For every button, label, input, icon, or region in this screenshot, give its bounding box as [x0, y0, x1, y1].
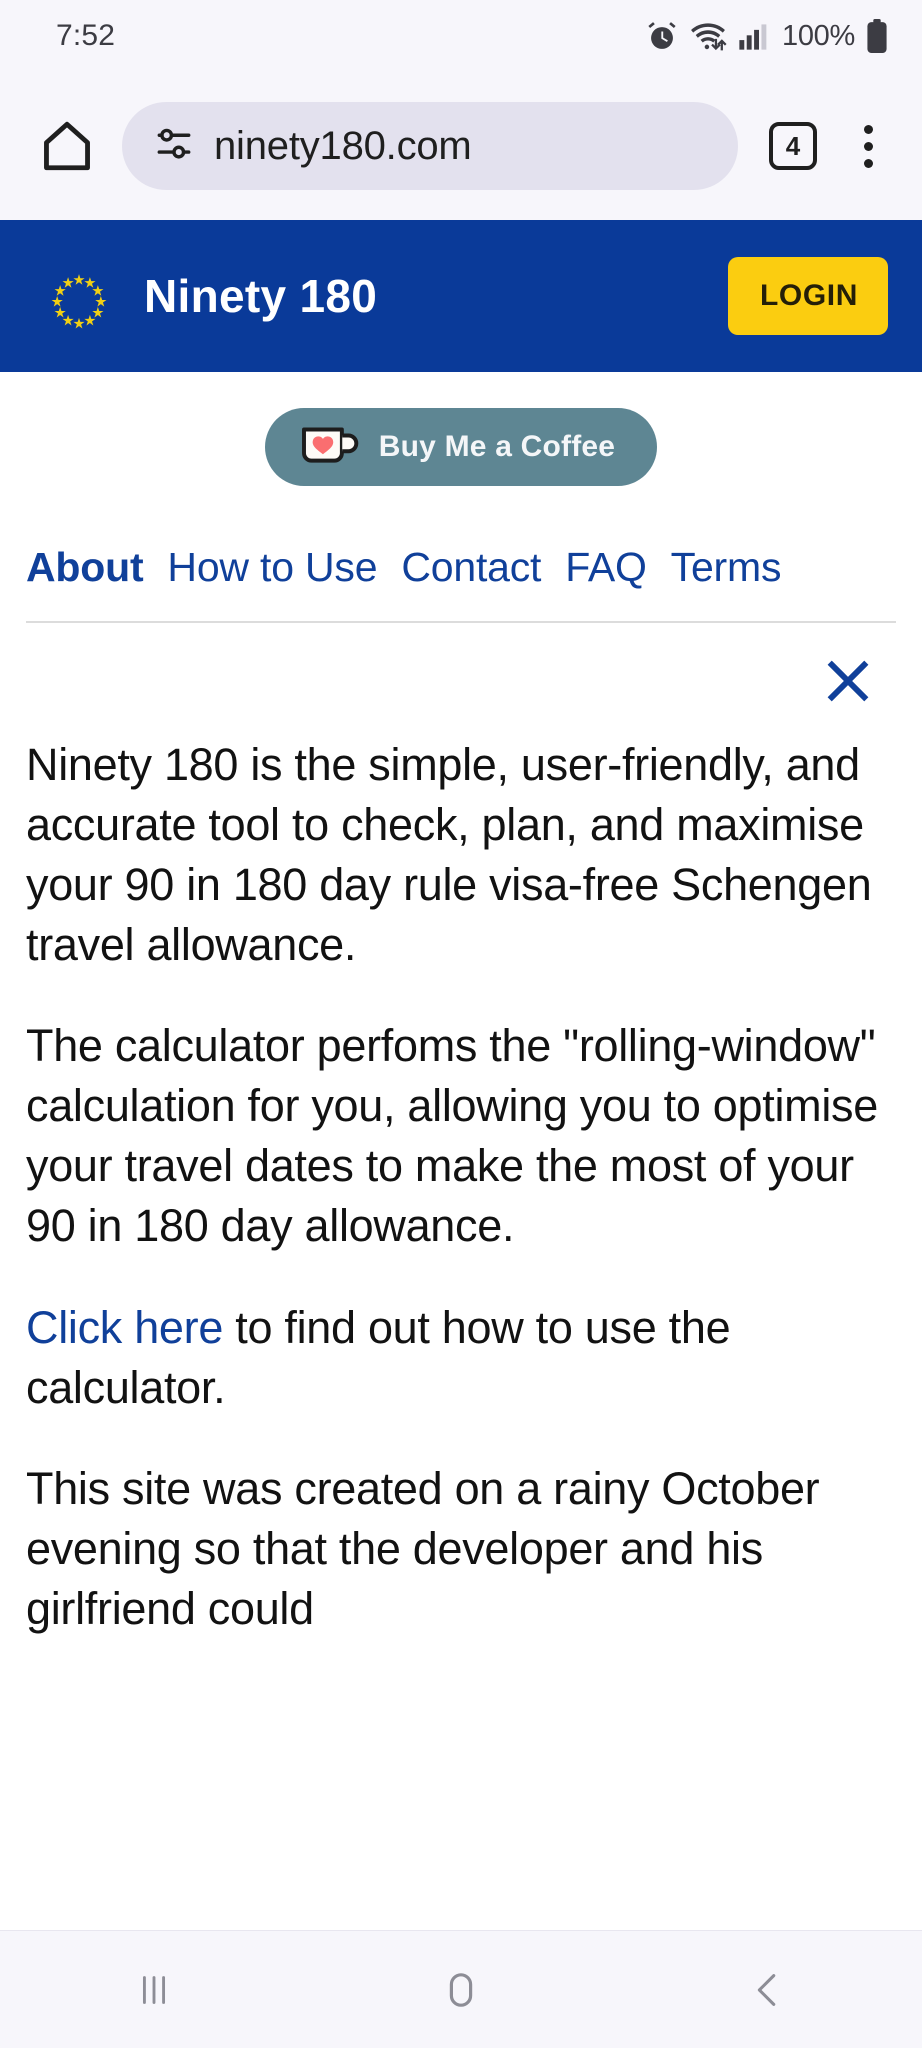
panel-close-row	[0, 623, 922, 713]
about-paragraph-3: Click here to find out how to use the ca…	[26, 1298, 896, 1418]
nav-item-faq[interactable]: FAQ	[565, 544, 647, 591]
phone-screen: 7:52 100% ninety180.com 4 Ninety 180 LOG…	[0, 0, 922, 2048]
home-icon[interactable]	[30, 109, 104, 183]
buy-me-a-coffee-button[interactable]: Buy Me a Coffee	[264, 408, 658, 486]
nav-item-how-to-use[interactable]: How to Use	[167, 544, 377, 591]
battery-icon	[866, 19, 888, 53]
status-time: 7:52	[56, 19, 116, 52]
home-button-icon[interactable]	[401, 1950, 521, 2030]
system-nav-bar	[0, 1930, 922, 2048]
close-icon[interactable]	[816, 649, 880, 713]
how-to-use-link[interactable]: Click here	[26, 1302, 223, 1353]
nav-item-terms[interactable]: Terms	[671, 544, 782, 591]
tab-switcher-button[interactable]: 4	[756, 109, 830, 183]
recents-icon[interactable]	[94, 1950, 214, 2030]
url-text[interactable]: ninety180.com	[214, 124, 472, 169]
page-title: Ninety 180	[144, 270, 378, 322]
status-icons: 100%	[646, 19, 888, 53]
tab-count-label[interactable]: 4	[769, 122, 817, 170]
site-header: Ninety 180 LOGIN	[0, 220, 922, 372]
nav-item-about[interactable]: About	[26, 544, 144, 591]
back-icon[interactable]	[708, 1950, 828, 2030]
battery-percent-label: 100%	[782, 19, 855, 52]
eu-flag-icon	[40, 257, 118, 335]
buy-me-a-coffee-label: Buy Me a Coffee	[378, 430, 616, 463]
site-nav: About How to Use Contact FAQ Terms	[0, 512, 922, 591]
about-paragraph-4: This site was created on a rainy October…	[26, 1463, 820, 1635]
buy-me-a-coffee-row: Buy Me a Coffee	[0, 372, 922, 512]
url-bar[interactable]: ninety180.com	[122, 102, 738, 190]
wifi-icon	[689, 20, 727, 52]
cellular-signal-icon	[738, 21, 768, 51]
overflow-menu-icon[interactable]	[838, 109, 898, 183]
nav-item-contact[interactable]: Contact	[401, 544, 541, 591]
about-paragraph-1: Ninety 180 is the simple, user-friendly,…	[26, 739, 872, 970]
tune-icon[interactable]	[152, 122, 196, 171]
login-button[interactable]: LOGIN	[728, 257, 888, 335]
about-paragraph-2: The calculator perfoms the "rolling-wind…	[26, 1020, 878, 1251]
coffee-cup-heart-icon	[301, 423, 361, 472]
status-bar: 7:52 100%	[0, 0, 922, 72]
browser-toolbar: ninety180.com 4	[0, 72, 922, 220]
webpage-viewport: Ninety 180 LOGIN Buy Me a Coffee About H…	[0, 220, 922, 1930]
alarm-icon	[646, 20, 678, 52]
about-content: Ninety 180 is the simple, user-friendly,…	[0, 713, 922, 1639]
